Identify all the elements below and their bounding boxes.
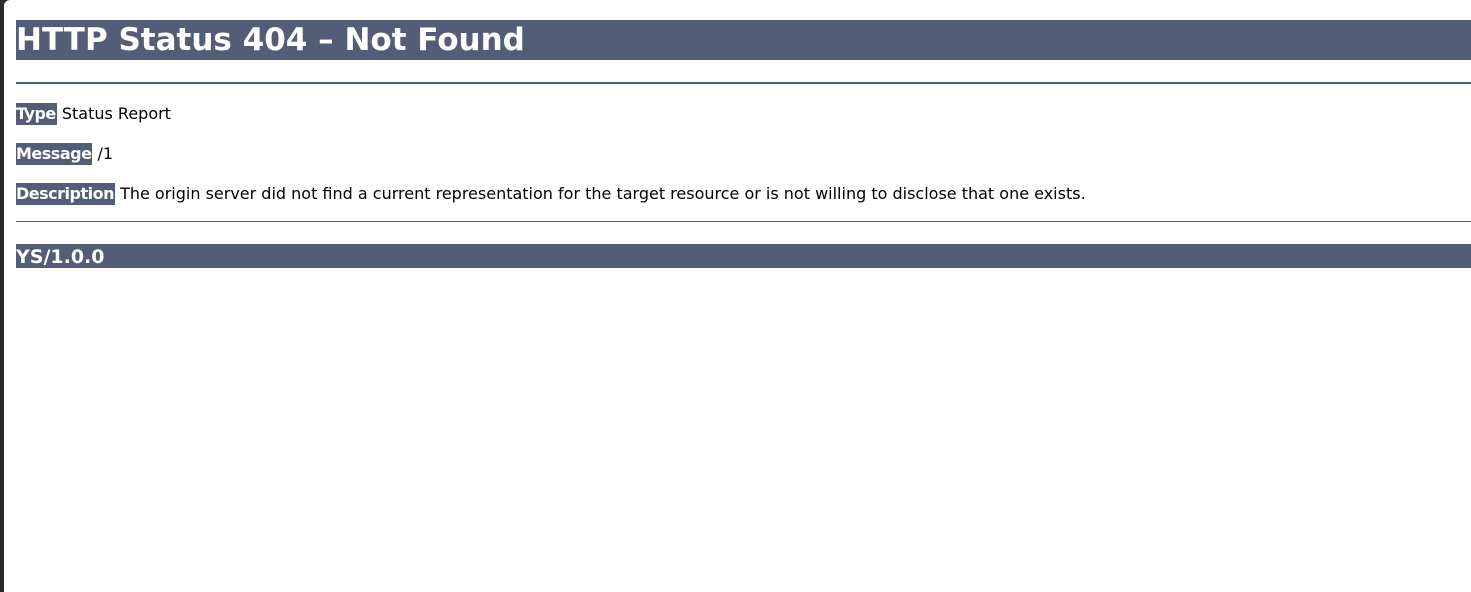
message-row: Message /1 xyxy=(16,143,113,165)
divider-bottom xyxy=(16,221,1471,222)
type-value: Status Report xyxy=(61,104,171,123)
divider-top xyxy=(16,82,1471,84)
type-label: Type xyxy=(16,103,57,125)
type-row: Type Status Report xyxy=(16,103,171,125)
description-row: Description The origin server did not fi… xyxy=(16,183,1086,205)
page-title: HTTP Status 404 – Not Found xyxy=(16,20,1471,60)
message-label: Message xyxy=(16,143,93,165)
description-value: The origin server did not find a current… xyxy=(120,184,1086,203)
message-value: /1 xyxy=(97,144,114,163)
browser-page: HTTP Status 404 – Not Found Type Status … xyxy=(4,0,1471,592)
server-info: YS/1.0.0 xyxy=(16,244,1471,268)
description-label: Description xyxy=(16,183,115,205)
